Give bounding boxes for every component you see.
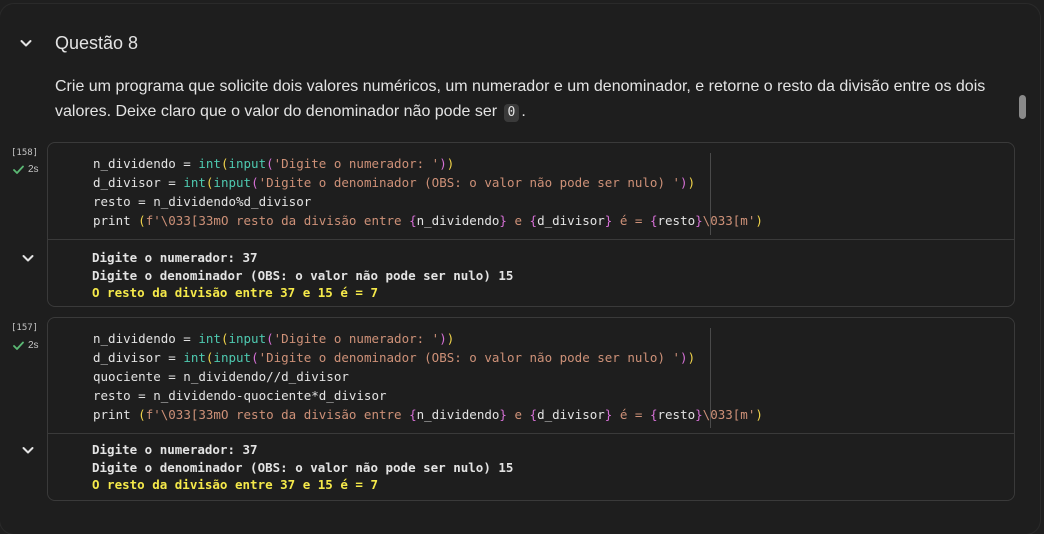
code-line: n_dividendo = int(input('Digite o numera… <box>93 331 455 346</box>
code-cell[interactable]: n_dividendo = int(input('Digite o numera… <box>22 317 1015 501</box>
output-line: Digite o numerador: 37 <box>92 250 258 265</box>
scrollbar-thumb[interactable] <box>1019 95 1026 119</box>
description-text-end: . <box>521 103 526 120</box>
execution-time: 2s <box>28 164 39 175</box>
code-editor[interactable]: n_dividendo = int(input('Digite o numera… <box>48 143 1014 239</box>
output-line: Digite o denominador (OBS: o valor não p… <box>92 459 514 475</box>
output-text: Digite o numerador: 37 Digite o denominad… <box>92 249 513 302</box>
code-line: print (f'\033[33mO resto da divisão entr… <box>93 407 763 422</box>
section-title[interactable]: Questão 8 <box>55 33 138 54</box>
code-line: resto = n_dividendo-quociente*d_divisor <box>93 388 387 403</box>
check-icon <box>13 341 24 350</box>
cell-output: Digite o numerador: 37 Digite o denominad… <box>22 433 1014 500</box>
notebook-panel: Questão 8 Crie um programa que solicite … <box>0 4 1040 534</box>
code-line: resto = n_dividendo%d_divisor <box>93 194 312 209</box>
chevron-down-icon[interactable] <box>18 35 34 51</box>
output-text: Digite o numerador: 37 Digite o denominad… <box>92 441 513 494</box>
inline-code: 0 <box>503 104 520 122</box>
code-block[interactable]: n_dividendo = int(input('Digite o numera… <box>93 329 763 424</box>
code-line: d_divisor = int(input('Digite o denomina… <box>93 350 696 365</box>
output-line: Digite o denominador (OBS: o valor não p… <box>92 267 514 283</box>
execution-count: [157] <box>11 323 39 333</box>
code-line: print (f'\033[33mO resto da divisão entr… <box>93 213 763 228</box>
execution-status: 2s <box>13 164 39 175</box>
code-line: d_divisor = int(input('Digite o denomina… <box>93 175 696 190</box>
section-description: Crie um programa que solicite dois valor… <box>55 74 1015 124</box>
execution-time: 2s <box>28 340 39 351</box>
output-line: Digite o numerador: 37 <box>92 442 258 457</box>
output-line-result: O resto da divisão entre 37 e 15 é = 7 <box>92 285 378 300</box>
code-editor[interactable]: n_dividendo = int(input('Digite o numera… <box>48 318 1014 433</box>
code-cell[interactable]: n_dividendo = int(input('Digite o numera… <box>22 142 1015 307</box>
code-line: n_dividendo = int(input('Digite o numera… <box>93 156 455 171</box>
code-block[interactable]: n_dividendo = int(input('Digite o numera… <box>93 154 763 230</box>
chevron-down-icon[interactable] <box>20 250 36 266</box>
execution-status: 2s <box>13 340 39 351</box>
cell-output: Digite o numerador: 37 Digite o denominad… <box>22 239 1014 306</box>
code-line: quociente = n_dividendo//d_divisor <box>93 369 349 384</box>
check-icon <box>13 165 24 174</box>
chevron-down-icon[interactable] <box>20 442 36 458</box>
output-line-result: O resto da divisão entre 37 e 15 é = 7 <box>92 477 378 492</box>
execution-count: [158] <box>11 148 39 158</box>
